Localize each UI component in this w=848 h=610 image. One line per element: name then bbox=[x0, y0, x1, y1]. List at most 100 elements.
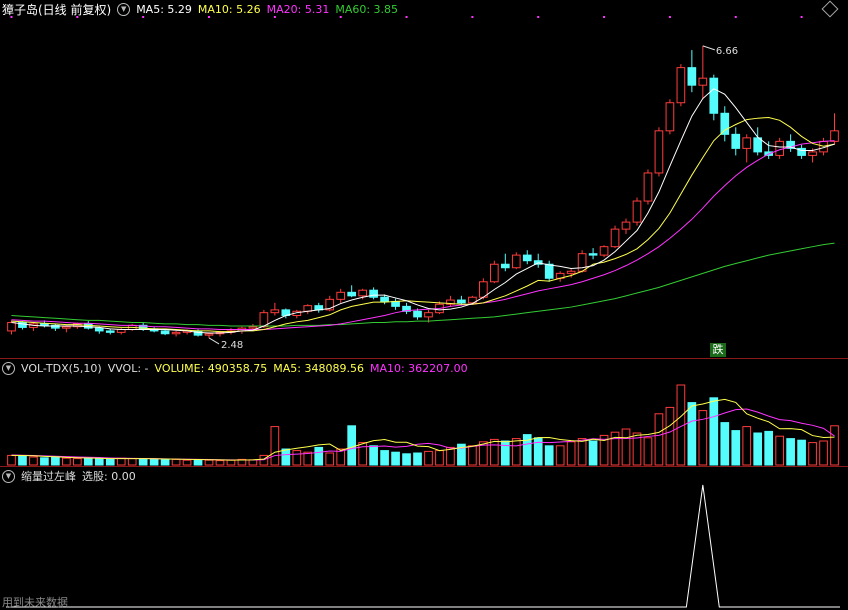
volume-bar bbox=[720, 422, 730, 466]
volume-bar bbox=[665, 406, 675, 466]
high-pointer bbox=[702, 45, 715, 51]
volume-bar bbox=[797, 439, 806, 466]
volume-bar bbox=[358, 442, 367, 466]
select-signal-line bbox=[6, 484, 840, 608]
volume-bar bbox=[830, 425, 839, 466]
indicator-chart[interactable] bbox=[0, 467, 848, 610]
sell-signal-badge: 跌 bbox=[710, 343, 726, 357]
candle-body bbox=[248, 326, 258, 329]
volume-bar bbox=[281, 448, 291, 466]
volume-bar bbox=[226, 459, 236, 466]
candle-body bbox=[336, 291, 346, 300]
volume-bar bbox=[29, 456, 38, 466]
ma20-line bbox=[11, 140, 835, 331]
volume-bar bbox=[588, 440, 598, 466]
marker-dot bbox=[668, 16, 671, 18]
volume-bar bbox=[182, 459, 192, 466]
high-label: 6.66 bbox=[716, 46, 738, 57]
volume-bar bbox=[116, 457, 126, 466]
volume-bar bbox=[18, 455, 27, 466]
marker-dot bbox=[537, 16, 540, 18]
volume-bar bbox=[468, 445, 477, 466]
volume-bar bbox=[72, 458, 82, 466]
volume-bar bbox=[138, 458, 148, 466]
candle-body bbox=[457, 299, 466, 304]
candle-body bbox=[720, 112, 730, 135]
volume-bar bbox=[160, 459, 170, 466]
candle-body bbox=[171, 331, 181, 335]
candle-body bbox=[105, 330, 115, 333]
volume-bar bbox=[215, 460, 225, 466]
volume-bar bbox=[544, 445, 554, 466]
candle-body bbox=[643, 172, 653, 202]
volume-bar bbox=[369, 445, 378, 466]
marker-dot bbox=[10, 16, 13, 18]
candle-body bbox=[632, 200, 642, 223]
candle-body bbox=[40, 323, 49, 326]
candle-body bbox=[500, 263, 510, 269]
volume-bar bbox=[149, 458, 159, 466]
volume-bar bbox=[380, 450, 389, 466]
candle-body bbox=[391, 300, 400, 307]
candle-body bbox=[511, 254, 521, 269]
marker-dot bbox=[405, 16, 408, 18]
ma5-line bbox=[11, 88, 835, 334]
volume-bar bbox=[40, 457, 49, 466]
candle-body bbox=[665, 102, 675, 132]
volume-bar bbox=[654, 413, 664, 466]
volume-bar bbox=[555, 445, 565, 466]
candle-body bbox=[731, 133, 741, 149]
volume-chart[interactable] bbox=[0, 359, 848, 467]
volume-bar bbox=[127, 458, 137, 466]
volume-bar bbox=[62, 457, 71, 466]
low-label: 2.48 bbox=[221, 340, 243, 351]
volume-bar bbox=[489, 438, 499, 466]
candle-body bbox=[830, 130, 839, 142]
candle-body bbox=[413, 310, 422, 318]
volume-bar bbox=[577, 438, 587, 466]
ma10-line bbox=[11, 116, 835, 333]
volume-bar bbox=[171, 458, 181, 466]
volume-bar bbox=[753, 432, 763, 466]
volume-bar bbox=[325, 452, 335, 466]
candle-body bbox=[270, 309, 280, 314]
candle-body bbox=[7, 322, 16, 332]
ma60-line bbox=[11, 242, 835, 327]
candle-body bbox=[566, 270, 576, 274]
marker-dot bbox=[800, 16, 803, 18]
main-chart-panel[interactable]: 獐子岛(日线 前复权) ▼ MA5: 5.29 MA10: 5.26 MA20:… bbox=[0, 0, 848, 360]
indicator-panel[interactable]: ▼ 缩量过左峰 选股: 0.00 bbox=[0, 467, 848, 610]
marker-dot bbox=[734, 16, 737, 18]
volume-bar bbox=[731, 430, 741, 466]
volume-bar bbox=[94, 458, 104, 466]
candle-body bbox=[94, 327, 104, 332]
candle-body bbox=[698, 77, 708, 86]
candle-body bbox=[160, 330, 170, 335]
candlestick-chart[interactable]: 6.66 2.48 bbox=[0, 0, 848, 360]
candle-body bbox=[742, 137, 752, 149]
candle-body bbox=[577, 253, 587, 272]
volume-bar bbox=[511, 438, 521, 466]
volume-bar bbox=[764, 430, 774, 466]
candle-body bbox=[424, 312, 433, 318]
candle-body bbox=[204, 333, 214, 336]
volume-bar bbox=[204, 459, 214, 466]
candle-body bbox=[709, 77, 719, 114]
volume-bar bbox=[391, 451, 400, 466]
volume-bar bbox=[808, 442, 817, 466]
volume-bar bbox=[51, 456, 60, 466]
volume-bar bbox=[621, 428, 631, 466]
candle-body bbox=[599, 246, 609, 256]
marker-dot bbox=[208, 16, 211, 18]
volume-bar bbox=[248, 459, 258, 466]
volume-bar bbox=[292, 450, 302, 466]
volume-bar bbox=[709, 397, 719, 466]
volume-bar bbox=[566, 441, 576, 466]
volume-panel[interactable]: ▼ VOL-TDX(5,10) VVOL: - VOLUME: 490358.7… bbox=[0, 359, 848, 467]
volume-bar bbox=[643, 437, 653, 466]
marker-dot bbox=[142, 16, 145, 18]
volume-bar bbox=[7, 454, 16, 466]
candle-body bbox=[687, 67, 697, 86]
candle-body bbox=[753, 137, 763, 153]
candle-body bbox=[544, 263, 554, 279]
